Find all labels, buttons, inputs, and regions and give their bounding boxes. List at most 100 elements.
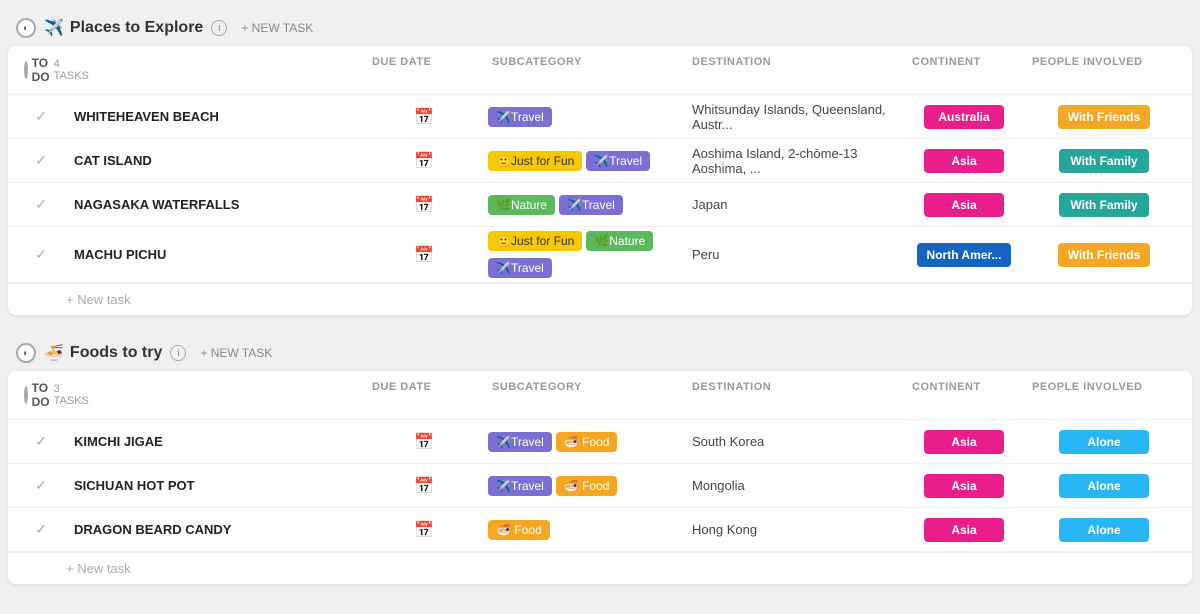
continent-badge[interactable]: Asia — [924, 430, 1004, 454]
foods-new-task-btn[interactable]: + NEW TASK — [194, 344, 278, 362]
foods-todo-circle[interactable] — [24, 386, 28, 404]
tag-travel[interactable]: ✈️Travel — [559, 195, 623, 215]
tag-food[interactable]: 🍜 Food — [488, 520, 550, 540]
tag-travel[interactable]: ✈️Travel — [488, 476, 552, 496]
food-row3-name[interactable]: DRAGON BEARD CANDY — [66, 514, 364, 545]
food-row1-destination: South Korea — [684, 430, 904, 453]
food-row3-duedate[interactable]: 📅 — [364, 520, 484, 540]
foods-info-icon[interactable]: i — [170, 345, 186, 361]
food-row2-duedate[interactable]: 📅 — [364, 476, 484, 496]
tag-nature[interactable]: 🌿Nature — [488, 195, 555, 215]
continent-badge[interactable]: Asia — [924, 193, 1004, 217]
row3-duedate[interactable]: 📅 — [364, 195, 484, 215]
places-add-task-row[interactable]: + New task — [8, 283, 1192, 315]
row2-duedate[interactable]: 📅 — [364, 151, 484, 171]
places-col-continent: CONTINENT — [904, 46, 1024, 94]
row1-duedate[interactable]: 📅 — [364, 107, 484, 127]
food-row1-people: Alone — [1024, 430, 1184, 454]
food-row2-people: Alone — [1024, 474, 1184, 498]
tag-nature[interactable]: 🌿Nature — [586, 231, 653, 251]
row3-check[interactable]: ✓ — [16, 196, 66, 213]
food-row3-continent: Asia — [904, 518, 1024, 542]
page: ◐ ✈️ Places to Explore i + NEW TASK TO D… — [0, 0, 1200, 614]
food-row1-name[interactable]: KIMCHI JIGAE — [66, 426, 364, 457]
food-row2-subcategory: ✈️Travel 🍜 Food — [484, 472, 684, 500]
row3-name[interactable]: NAGASAKA WATERFALLS — [66, 189, 364, 220]
row4-name[interactable]: MACHU PICHU — [66, 239, 364, 270]
tag-fun[interactable]: 🙂Just for Fun — [488, 151, 582, 171]
places-col-subcategory: SUBCATEGORY — [484, 46, 684, 94]
places-todo-circle[interactable] — [24, 61, 28, 79]
places-info-icon[interactable]: i — [211, 20, 227, 36]
row1-subcategory: ✈️Travel — [484, 103, 684, 131]
places-new-task-btn[interactable]: + NEW TASK — [235, 19, 319, 37]
continent-badge[interactable]: Asia — [924, 149, 1004, 173]
foods-col-subcategory: SUBCATEGORY — [484, 371, 684, 419]
table-row: ✓ SICHUAN HOT POT 📅 ✈️Travel 🍜 Food Mong… — [8, 464, 1192, 508]
people-badge[interactable]: With Family — [1059, 193, 1149, 217]
food-row3-check[interactable]: ✓ — [16, 521, 66, 538]
table-row: ✓ WHITEHEAVEN BEACH 📅 ✈️Travel Whitsunda… — [8, 95, 1192, 139]
section-header-places: ◐ ✈️ Places to Explore i + NEW TASK — [0, 10, 1200, 46]
food-row2-destination: Mongolia — [684, 474, 904, 497]
people-badge[interactable]: With Friends — [1058, 243, 1151, 267]
places-col-destination: DESTINATION — [684, 46, 904, 94]
row4-people: With Friends — [1024, 243, 1184, 267]
tag-travel[interactable]: ✈️Travel — [488, 432, 552, 452]
food-row1-duedate[interactable]: 📅 — [364, 432, 484, 452]
foods-col-name — [66, 371, 364, 419]
calendar-icon: 📅 — [414, 151, 434, 171]
row3-people: With Family — [1024, 193, 1184, 217]
foods-icon: 🍜 — [44, 343, 64, 363]
tag-food[interactable]: 🍜 Food — [556, 476, 618, 496]
places-header-todo: TO DO 4 TASKS — [16, 46, 66, 94]
foods-add-task-row[interactable]: + New task — [8, 552, 1192, 584]
places-icon: ✈️ — [44, 18, 64, 38]
places-col-name — [66, 46, 364, 94]
row4-subcategory: 🙂Just for Fun 🌿Nature ✈️Travel — [484, 227, 684, 282]
people-badge[interactable]: With Family — [1059, 149, 1149, 173]
row3-destination: Japan — [684, 193, 904, 216]
food-row2-check[interactable]: ✓ — [16, 477, 66, 494]
food-row2-name[interactable]: SICHUAN HOT POT — [66, 470, 364, 501]
row4-continent: North Amer... — [904, 243, 1024, 267]
foods-table: TO DO 3 TASKS DUE DATE SUBCATEGORY DESTI… — [8, 371, 1192, 584]
continent-badge[interactable]: Australia — [924, 105, 1004, 129]
foods-header-todo: TO DO 3 TASKS — [16, 371, 66, 419]
table-row: ✓ KIMCHI JIGAE 📅 ✈️Travel 🍜 Food South K… — [8, 420, 1192, 464]
calendar-icon: 📅 — [414, 476, 434, 496]
people-badge[interactable]: Alone — [1059, 518, 1149, 542]
tag-food[interactable]: 🍜 Food — [556, 432, 618, 452]
collapse-foods-btn[interactable]: ◐ — [16, 343, 36, 363]
continent-badge[interactable]: North Amer... — [917, 243, 1012, 267]
tag-fun[interactable]: 🙂Just for Fun — [488, 231, 582, 251]
people-badge[interactable]: With Friends — [1058, 105, 1151, 129]
food-row1-check[interactable]: ✓ — [16, 433, 66, 450]
row1-continent: Australia — [904, 105, 1024, 129]
tag-travel[interactable]: ✈️Travel — [586, 151, 650, 171]
section-places: ◐ ✈️ Places to Explore i + NEW TASK TO D… — [0, 10, 1200, 315]
row4-check[interactable]: ✓ — [16, 246, 66, 263]
row2-destination: Aoshima Island, 2-chōme-13 Aoshima, ... — [684, 142, 904, 180]
collapse-places-btn[interactable]: ◐ — [16, 18, 36, 38]
row4-duedate[interactable]: 📅 — [364, 245, 484, 265]
row2-name[interactable]: CAT ISLAND — [66, 145, 364, 176]
people-badge[interactable]: Alone — [1059, 474, 1149, 498]
places-todo-label: TO DO — [32, 56, 50, 84]
section-title-foods: 🍜 Foods to try — [44, 343, 162, 363]
table-row: ✓ CAT ISLAND 📅 🙂Just for Fun ✈️Travel Ao… — [8, 139, 1192, 183]
tag-travel[interactable]: ✈️Travel — [488, 258, 552, 278]
calendar-icon: 📅 — [414, 107, 434, 127]
calendar-icon: 📅 — [414, 520, 434, 540]
calendar-icon: 📅 — [414, 432, 434, 452]
people-badge[interactable]: Alone — [1059, 430, 1149, 454]
row2-check[interactable]: ✓ — [16, 152, 66, 169]
row1-check[interactable]: ✓ — [16, 108, 66, 125]
places-col-people: PEOPLE INVOLVED — [1024, 46, 1184, 94]
row1-name[interactable]: WHITEHEAVEN BEACH — [66, 101, 364, 132]
section-title-places: ✈️ Places to Explore — [44, 18, 203, 38]
tag-travel[interactable]: ✈️Travel — [488, 107, 552, 127]
table-row: ✓ NAGASAKA WATERFALLS 📅 🌿Nature ✈️Travel… — [8, 183, 1192, 227]
continent-badge[interactable]: Asia — [924, 474, 1004, 498]
continent-badge[interactable]: Asia — [924, 518, 1004, 542]
